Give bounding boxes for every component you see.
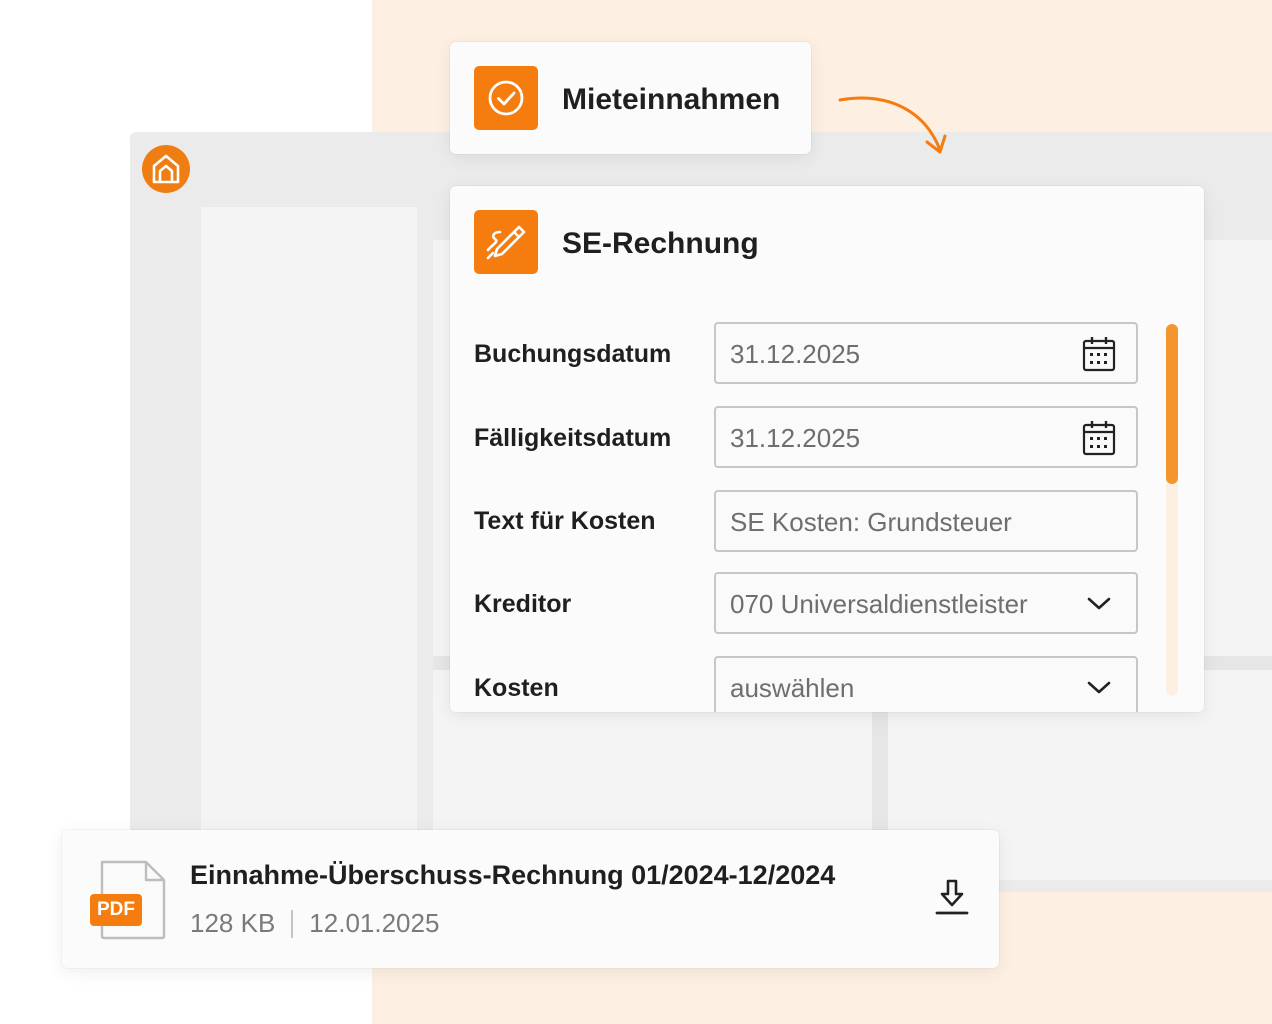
field-label-kreditor: Kreditor — [474, 590, 572, 618]
file-date: 12.01.2025 — [309, 908, 440, 938]
kosten-select[interactable]: auswählen — [714, 656, 1138, 712]
signature-pen-icon — [486, 225, 526, 260]
sidebar-placeholder — [201, 207, 417, 857]
calendar-icon[interactable] — [1082, 420, 1116, 456]
download-button[interactable] — [934, 878, 970, 918]
field-label-buchungsdatum: Buchungsdatum — [474, 340, 672, 368]
kosten-value: auswählen — [730, 673, 855, 703]
income-card-title: Mieteinnahmen — [562, 83, 781, 116]
field-label-faelligkeitsdatum: Fälligkeitsdatum — [474, 424, 672, 452]
text-fuer-kosten-input[interactable]: SE Kosten: Grundsteuer — [714, 490, 1138, 552]
invoice-form-card: SE-Rechnung Buchungsdatum 31.12.2025 Fäl… — [450, 186, 1204, 712]
income-icon-box — [474, 66, 538, 130]
buchungsdatum-input[interactable]: 31.12.2025 — [714, 322, 1138, 384]
file-meta: 128 KB 12.01.2025 — [190, 908, 439, 939]
field-label-kosten: Kosten — [474, 674, 559, 702]
file-download-card[interactable]: PDF Einnahme-Überschuss-Rechnung 01/2024… — [62, 830, 999, 968]
buchungsdatum-value: 31.12.2025 — [730, 339, 861, 369]
kreditor-select[interactable]: 070 Universaldienstleister — [714, 572, 1138, 634]
calendar-icon[interactable] — [1082, 336, 1116, 372]
invoice-icon-box — [474, 210, 538, 274]
house-logo-icon — [152, 154, 180, 184]
invoice-form-title: SE-Rechnung — [562, 227, 759, 260]
file-name: Einnahme-Überschuss-Rechnung 01/2024-12/… — [190, 860, 836, 890]
chevron-down-icon[interactable] — [1082, 586, 1116, 622]
meta-separator — [291, 909, 294, 938]
pdf-badge: PDF — [97, 899, 135, 920]
file-size: 128 KB — [190, 908, 276, 938]
field-label-text-fuer-kosten: Text für Kosten — [474, 507, 656, 535]
form-scrollbar-thumb[interactable] — [1166, 324, 1178, 484]
check-circle-icon — [488, 80, 524, 116]
app-logo[interactable] — [142, 145, 190, 193]
download-icon — [935, 879, 969, 915]
faelligkeitsdatum-input[interactable]: 31.12.2025 — [714, 406, 1138, 468]
income-card[interactable]: Mieteinnahmen — [450, 42, 811, 154]
curved-arrow-icon — [838, 96, 947, 154]
text-fuer-kosten-value: SE Kosten: Grundsteuer — [730, 507, 1012, 537]
chevron-down-icon[interactable] — [1082, 670, 1116, 706]
kreditor-value: 070 Universaldienstleister — [730, 589, 1028, 619]
faelligkeitsdatum-value: 31.12.2025 — [730, 423, 861, 453]
